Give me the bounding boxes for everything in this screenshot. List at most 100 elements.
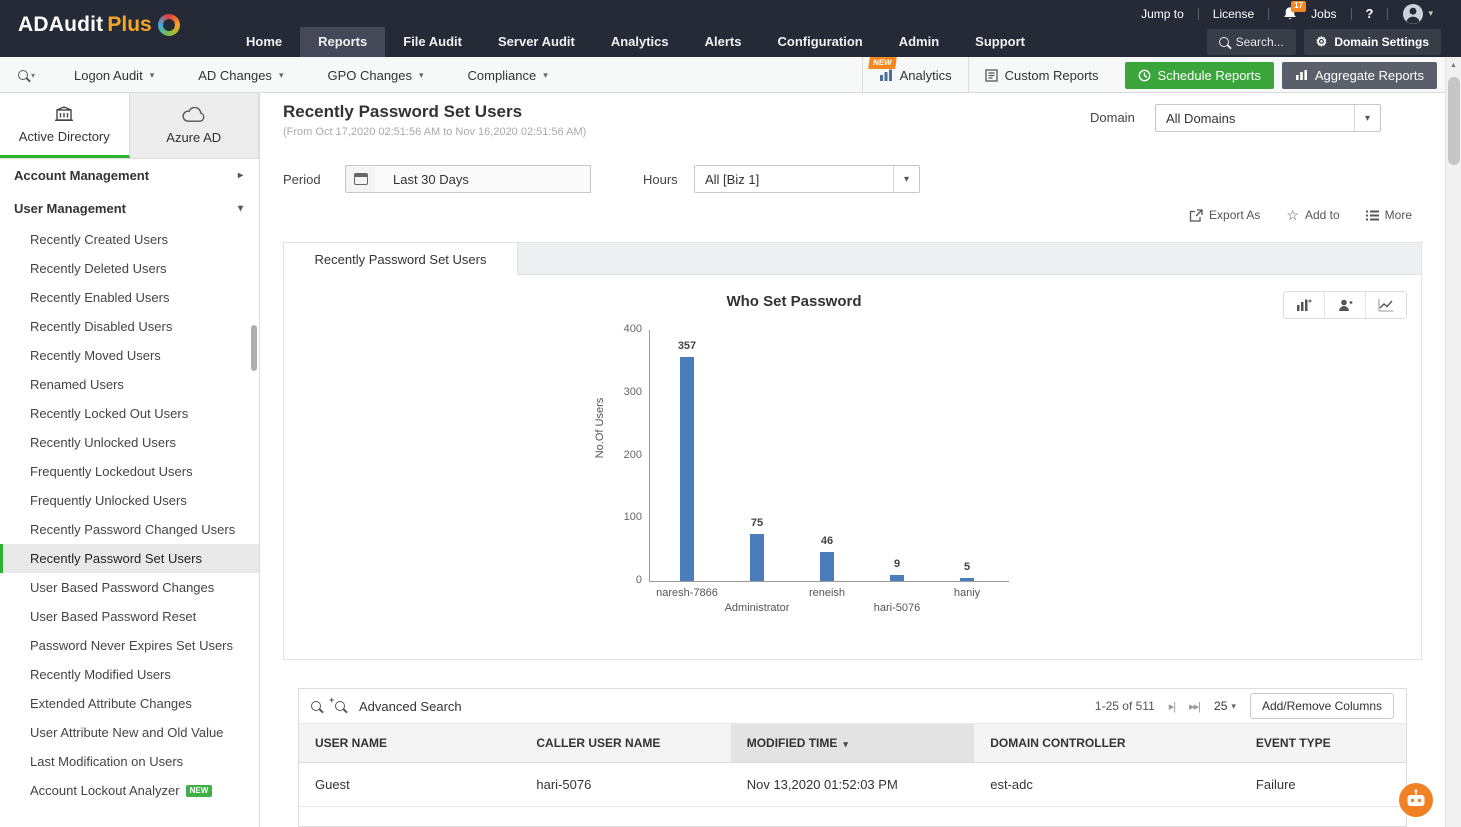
sidebar-item[interactable]: Last Modification on Users	[0, 747, 259, 776]
sidebar-item[interactable]: Recently Password Changed Users	[0, 515, 259, 544]
section-account-management[interactable]: Account Management ▸	[0, 159, 259, 192]
jump-to-link[interactable]: Jump to	[1141, 7, 1184, 21]
export-as-button[interactable]: Export As	[1189, 208, 1260, 222]
tab-azure-ad[interactable]: Azure AD	[129, 93, 259, 158]
next-page-button[interactable]: ▸|	[1169, 700, 1176, 713]
sidebar-item[interactable]: User Based Password Reset	[0, 602, 259, 631]
sidebar-item[interactable]: Frequently Lockedout Users	[0, 457, 259, 486]
report-search-button[interactable]: ▾	[18, 57, 35, 93]
sidebar-item[interactable]: User Attribute New and Old Value	[0, 718, 259, 747]
bar-hari-5076[interactable]	[890, 575, 904, 581]
app-logo[interactable]: ADAudit Plus	[18, 13, 180, 37]
page-size-dropdown[interactable]: 25 ▾	[1214, 699, 1236, 713]
license-link[interactable]: License	[1213, 7, 1254, 21]
tab-active-directory[interactable]: Active Directory	[0, 93, 130, 158]
calendar-button[interactable]	[345, 165, 376, 193]
nav-support[interactable]: Support	[957, 27, 1043, 57]
chat-assistant-button[interactable]	[1398, 782, 1434, 818]
tab-label: Azure AD	[166, 129, 222, 145]
sidebar-item[interactable]: Extended Attribute Changes	[0, 689, 259, 718]
global-search-button[interactable]: Search...	[1206, 29, 1296, 55]
more-label: More	[1384, 208, 1412, 222]
last-page-button[interactable]: ▸▸|	[1189, 700, 1201, 713]
more-button[interactable]: More	[1365, 208, 1412, 222]
sort-desc-icon: ▾	[843, 739, 848, 749]
notifications-button[interactable]: 17	[1283, 1, 1307, 21]
sidebar-item[interactable]: Renamed Users	[0, 370, 259, 399]
bar-reneish[interactable]	[820, 552, 834, 581]
logo-brand-text: ADAudit	[18, 13, 104, 36]
menu-logon-audit[interactable]: Logon Audit ▾	[52, 57, 176, 93]
page-scrollbar-thumb[interactable]	[1448, 77, 1460, 165]
sidebar-item[interactable]: Recently Created Users	[0, 225, 259, 254]
column-header-event-type[interactable]: EVENT TYPE	[1239, 723, 1406, 763]
bar-naresh-7866[interactable]	[680, 357, 694, 581]
menu-compliance[interactable]: Compliance ▾	[446, 57, 570, 93]
sidebar-item[interactable]: Recently Modified Users	[0, 660, 259, 689]
line-chart-button[interactable]	[1366, 292, 1406, 318]
schedule-reports-label: Schedule Reports	[1157, 67, 1261, 83]
advanced-search-label[interactable]: Advanced Search	[359, 699, 462, 714]
period-label: Period	[283, 172, 321, 187]
sidebar-item[interactable]: Recently Unlocked Users	[0, 428, 259, 457]
nav-file-audit[interactable]: File Audit	[385, 27, 480, 57]
analytics-button[interactable]: NEW Analytics	[861, 57, 968, 93]
sidebar-item[interactable]: Password Never Expires Set Users	[0, 631, 259, 660]
nav-home[interactable]: Home	[228, 27, 300, 57]
jobs-link[interactable]: Jobs	[1311, 7, 1336, 21]
schedule-reports-button[interactable]: Schedule Reports	[1124, 61, 1274, 89]
analytics-icon	[879, 69, 892, 81]
nav-admin[interactable]: Admin	[881, 27, 957, 57]
section-label: User Management	[14, 201, 126, 216]
sidebar-item[interactable]: Recently Moved Users	[0, 341, 259, 370]
chevron-down-icon: ▾	[543, 69, 548, 80]
sidebar-tabs: Active Directory Azure AD	[0, 93, 259, 159]
bar-haniy[interactable]	[960, 578, 974, 581]
nav-right-group: Search... ⚙ Domain Settings	[1206, 27, 1441, 57]
sidebar-scrollbar-thumb[interactable]	[251, 325, 257, 371]
nav-server-audit[interactable]: Server Audit	[480, 27, 593, 57]
column-header-domain-controller[interactable]: DOMAIN CONTROLLER	[974, 723, 1240, 763]
bar-Administrator[interactable]	[750, 534, 764, 581]
search-icon[interactable]	[311, 701, 321, 711]
column-header-user-name[interactable]: USER NAME	[299, 723, 521, 763]
user-menu-button[interactable]: ▾	[1402, 3, 1433, 25]
add-chart-button[interactable]	[1284, 292, 1325, 318]
menu-gpo-changes[interactable]: GPO Changes ▾	[305, 57, 445, 93]
search-icon	[18, 70, 28, 80]
sidebar-item-recently-password-set-users[interactable]: Recently Password Set Users	[0, 544, 259, 573]
sidebar-item[interactable]: User Based Password Changes	[0, 573, 259, 602]
chevron-down-icon: ▾	[31, 70, 36, 80]
x-axis-category-label: Administrator	[724, 602, 790, 614]
hours-dropdown[interactable]: All [Biz 1] ▾	[694, 165, 920, 193]
table-row[interactable]: Guest hari-5076 Nov 13,2020 01:52:03 PM …	[299, 762, 1406, 807]
aggregate-reports-button[interactable]: Aggregate Reports	[1281, 61, 1437, 89]
nav-reports[interactable]: Reports	[300, 27, 386, 57]
column-header-modified-time[interactable]: MODIFIED TIME ▾	[730, 723, 975, 763]
scroll-up-arrow-icon[interactable]: ▲	[1446, 57, 1461, 73]
sidebar-item[interactable]: Recently Deleted Users	[0, 254, 259, 283]
section-user-management[interactable]: User Management ▾	[0, 192, 259, 225]
add-to-button[interactable]: ☆ Add to	[1286, 208, 1339, 222]
domain-settings-button[interactable]: ⚙ Domain Settings	[1303, 29, 1441, 55]
sidebar-item-account-lockout-analyzer[interactable]: Account Lockout Analyzer NEW	[0, 776, 259, 805]
add-user-view-button[interactable]	[1325, 292, 1366, 318]
tab-recently-password-set-users[interactable]: Recently Password Set Users	[284, 243, 518, 275]
sidebar-item[interactable]: Frequently Unlocked Users	[0, 486, 259, 515]
period-field[interactable]: Last 30 Days	[375, 165, 591, 193]
custom-reports-button[interactable]: Custom Reports	[967, 57, 1115, 93]
domain-dropdown[interactable]: All Domains ▾	[1155, 104, 1381, 132]
nav-configuration[interactable]: Configuration	[760, 27, 881, 57]
advanced-search-button[interactable]: +	[329, 695, 345, 711]
menu-ad-changes[interactable]: AD Changes ▾	[176, 57, 305, 93]
help-button[interactable]: ?	[1366, 6, 1374, 21]
column-header-caller-user-name[interactable]: CALLER USER NAME	[520, 723, 731, 763]
sidebar-item[interactable]: Recently Enabled Users	[0, 283, 259, 312]
y-axis-label: No.Of Users	[594, 397, 606, 459]
sidebar-item[interactable]: Recently Locked Out Users	[0, 399, 259, 428]
nav-alerts[interactable]: Alerts	[687, 27, 760, 57]
add-remove-columns-button[interactable]: Add/Remove Columns	[1249, 693, 1394, 719]
page-scrollbar[interactable]: ▲	[1445, 57, 1461, 827]
nav-analytics[interactable]: Analytics	[593, 27, 687, 57]
sidebar-item[interactable]: Recently Disabled Users	[0, 312, 259, 341]
